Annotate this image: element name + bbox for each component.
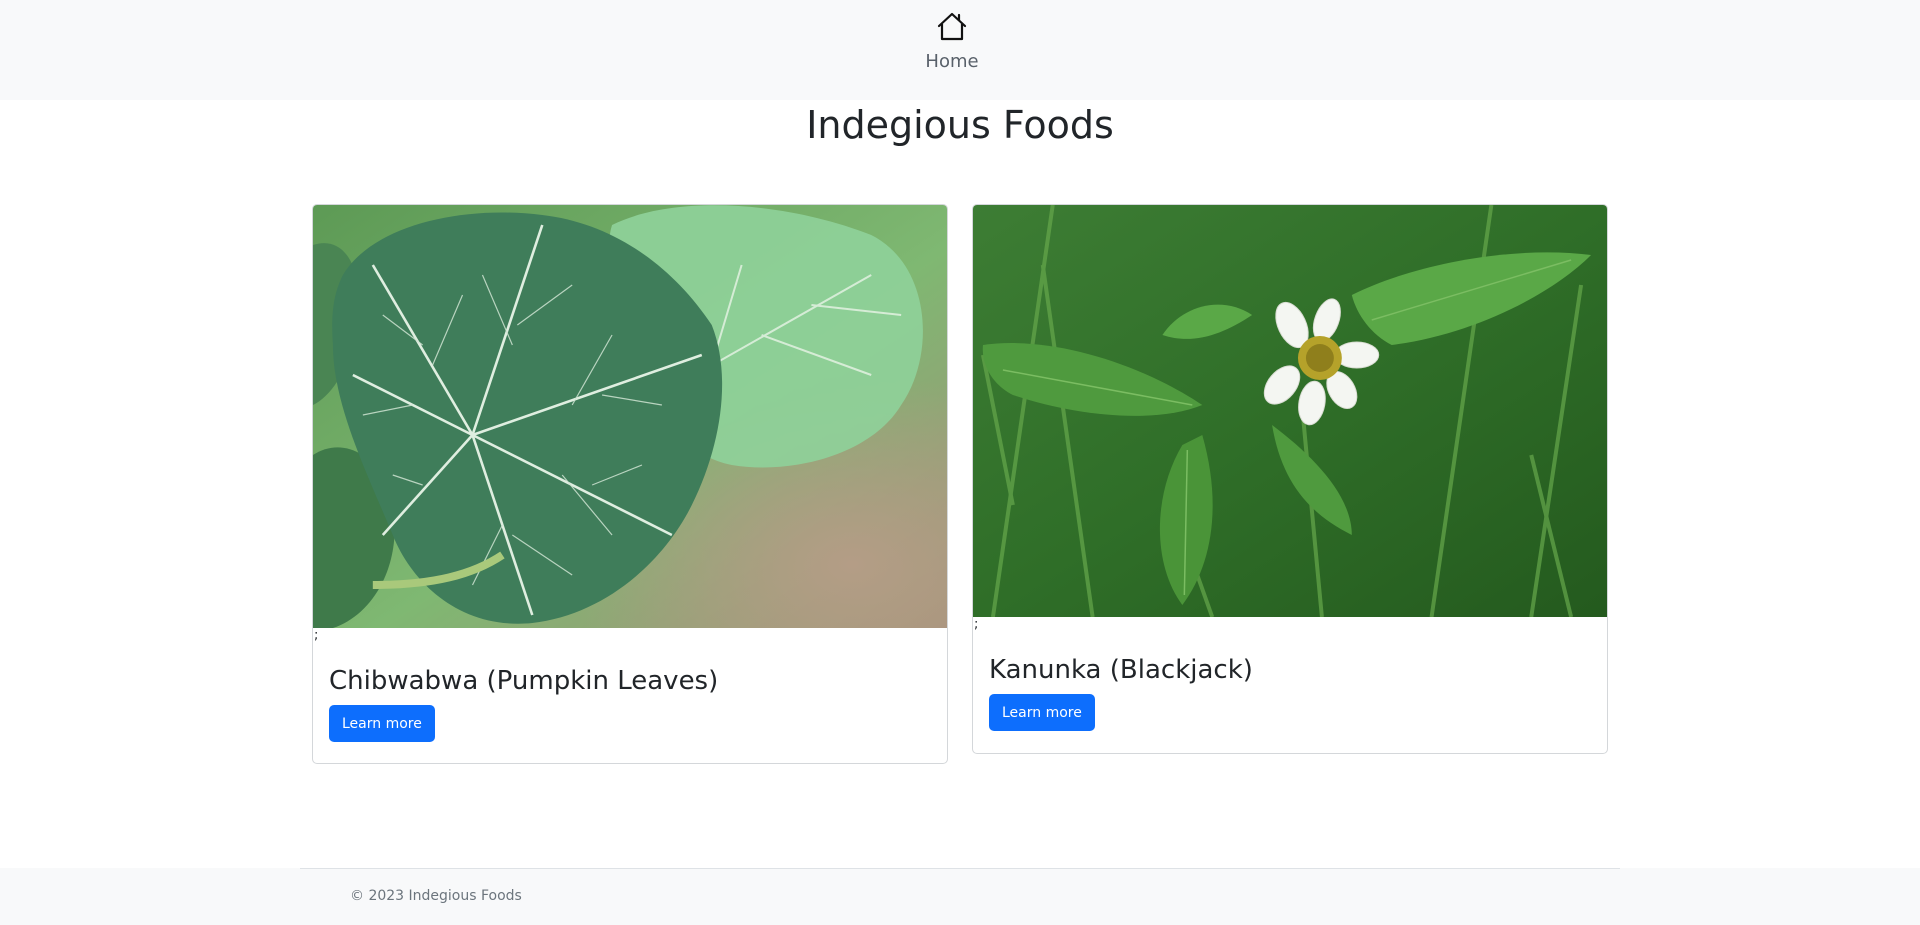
card-title: Chibwabwa (Pumpkin Leaves) bbox=[329, 666, 719, 696]
nav-home-label: Home bbox=[925, 51, 979, 72]
footer: © 2023 Indegious Foods bbox=[0, 868, 1920, 925]
pumpkin-leaves-photo bbox=[313, 205, 947, 628]
house-icon bbox=[937, 12, 967, 41]
top-navbar: Home bbox=[0, 0, 1920, 100]
blackjack-flower-photo bbox=[973, 205, 1607, 617]
stray-semicolon: ; bbox=[974, 617, 979, 632]
stray-semicolon: ; bbox=[314, 628, 319, 643]
food-card: ; Chibwabwa (Pumpkin Leaves) Learn more bbox=[312, 204, 948, 764]
card-body: Chibwabwa (Pumpkin Leaves) Learn more bbox=[313, 644, 947, 742]
food-card: ; Kanunka (Blackjack) Learn more bbox=[972, 204, 1608, 754]
copyright-text: © 2023 Indegious Foods bbox=[350, 888, 522, 904]
card-body: Kanunka (Blackjack) Learn more bbox=[973, 633, 1607, 731]
page-title: Indegious Foods bbox=[806, 103, 1114, 147]
nav-home-link[interactable]: Home bbox=[902, 10, 1002, 80]
learn-more-button[interactable]: Learn more bbox=[989, 694, 1095, 731]
footer-divider bbox=[300, 868, 1620, 869]
learn-more-button[interactable]: Learn more bbox=[329, 705, 435, 742]
card-title: Kanunka (Blackjack) bbox=[989, 655, 1253, 685]
